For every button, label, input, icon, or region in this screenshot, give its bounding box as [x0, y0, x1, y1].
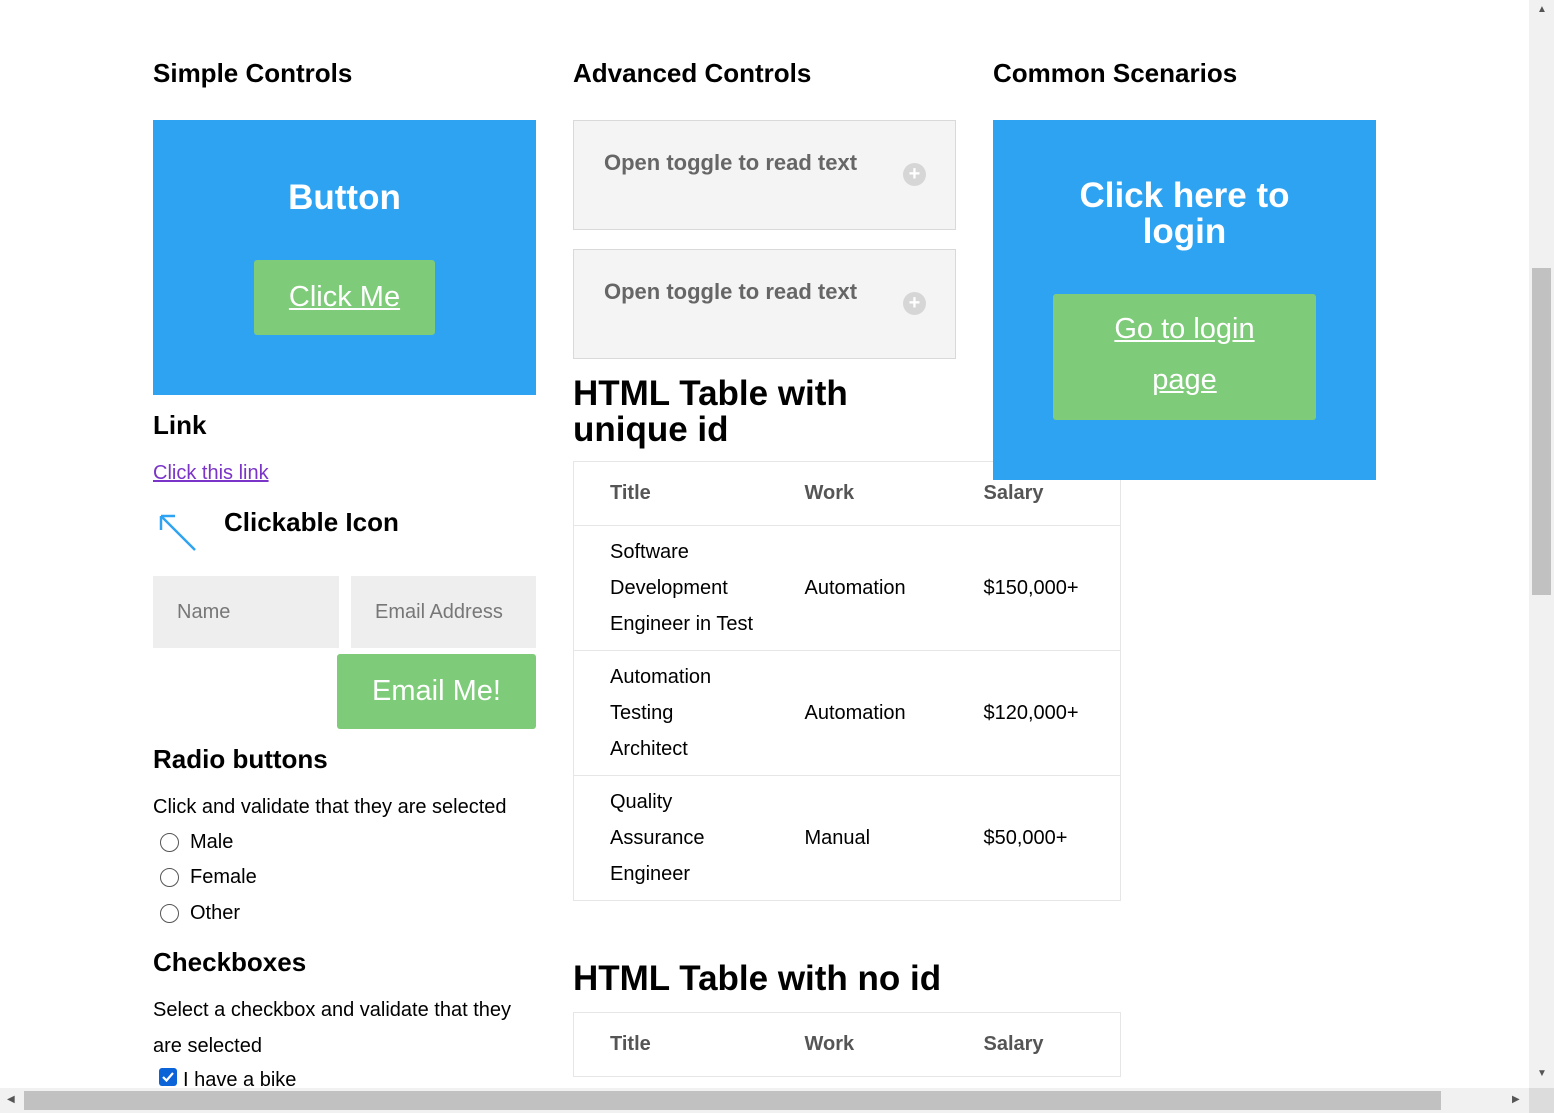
button-box: Button Click Me	[153, 120, 536, 395]
horizontal-scrollbar[interactable]: ◀ ▶	[0, 1088, 1529, 1113]
toggle-1-title: Open toggle to read text	[604, 150, 858, 175]
radio-buttons-heading: Radio buttons	[153, 744, 328, 774]
table2-header-salary: Salary	[983, 1012, 1121, 1077]
login-box: Click here to login Go to login page	[993, 120, 1376, 480]
link-heading: Link	[153, 410, 207, 440]
table-cell: Automation	[804, 525, 984, 651]
scroll-left-icon[interactable]: ◀	[7, 1094, 15, 1105]
toggle-2-title: Open toggle to read text	[604, 279, 858, 304]
table-row: Software Development Engineer in Test Au…	[573, 525, 1121, 651]
radio-male-circle[interactable]	[160, 833, 179, 852]
table1-header-work: Work	[804, 461, 984, 526]
table-cell: $50,000+	[983, 775, 1121, 901]
toggle-2[interactable]: Open toggle to read text +	[573, 249, 956, 359]
clickable-icon-heading: Clickable Icon	[224, 507, 399, 537]
table-cell: Automation	[804, 650, 984, 776]
radio-other-label: Other	[190, 902, 241, 924]
plus-circle-icon[interactable]: +	[903, 163, 926, 186]
table2-header-work: Work	[804, 1012, 984, 1077]
advanced-controls-heading: Advanced Controls	[573, 58, 812, 88]
table-cell: Quality Assurance Engineer	[573, 775, 805, 901]
horizontal-scroll-thumb[interactable]	[24, 1091, 1441, 1110]
scroll-down-icon[interactable]: ▼	[1537, 1068, 1547, 1079]
click-me-button[interactable]: Click Me	[254, 260, 435, 335]
name-input[interactable]	[153, 576, 339, 648]
go-to-login-button[interactable]: Go to login page	[1053, 294, 1316, 420]
table-cell: Automation Testing Architect	[573, 650, 805, 776]
table2-header-title: Title	[573, 1012, 805, 1077]
checkbox-description: Select a checkbox and validate that they…	[153, 999, 512, 1057]
table-unique-id: Title Work Salary Software Development E…	[573, 461, 1121, 901]
email-address-input[interactable]	[351, 576, 536, 648]
radio-description: Click and validate that they are selecte…	[153, 796, 507, 818]
table-cell: $120,000+	[983, 650, 1121, 776]
table-cell: $150,000+	[983, 525, 1121, 651]
table-cell: Software Development Engineer in Test	[573, 525, 805, 651]
bike-checkbox[interactable]	[159, 1068, 177, 1086]
radio-female-circle[interactable]	[160, 868, 179, 887]
email-me-button[interactable]: Email Me!	[337, 654, 536, 729]
checkboxes-heading: Checkboxes	[153, 947, 307, 977]
table-row: Automation Testing Architect Automation …	[573, 650, 1121, 776]
vertical-scroll-thumb[interactable]	[1532, 268, 1551, 595]
login-box-title: Click here to login	[1079, 176, 1290, 251]
table-cell: Manual	[804, 775, 984, 901]
radio-female-label: Female	[190, 866, 257, 888]
button-box-title: Button	[288, 178, 401, 217]
table-row: Quality Assurance Engineer Manual $50,00…	[573, 775, 1121, 901]
common-scenarios-heading: Common Scenarios	[993, 58, 1238, 88]
simple-controls-heading: Simple Controls	[153, 58, 353, 88]
plus-circle-icon[interactable]: +	[903, 292, 926, 315]
table1-header-title: Title	[573, 461, 805, 526]
click-this-link[interactable]: Click this link	[153, 461, 269, 485]
scroll-up-icon[interactable]: ▲	[1537, 4, 1547, 15]
arrow-up-left-icon[interactable]	[157, 512, 197, 552]
radio-other-circle[interactable]	[160, 904, 179, 923]
scroll-right-icon[interactable]: ▶	[1512, 1094, 1520, 1105]
table-no-id: Title Work Salary	[573, 1012, 1121, 1077]
vertical-scrollbar[interactable]: ▲ ▼	[1529, 0, 1554, 1113]
toggle-1[interactable]: Open toggle to read text +	[573, 120, 956, 230]
table1-heading: HTML Table with unique id	[573, 374, 848, 449]
table2-heading: HTML Table with no id	[573, 959, 942, 998]
radio-male-label: Male	[190, 831, 234, 853]
scrollbar-corner	[1529, 1088, 1554, 1113]
